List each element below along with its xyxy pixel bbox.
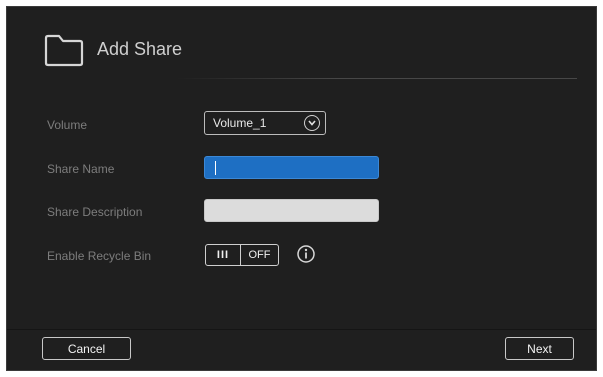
share-description-input[interactable] (204, 199, 379, 222)
add-share-dialog: Add Share Volume Volume_1 Share Name Sha… (6, 6, 597, 371)
footer-divider (7, 329, 596, 330)
toggle-state-label: OFF (248, 249, 271, 261)
share-description-label: Share Description (47, 205, 143, 219)
volume-label: Volume (47, 118, 88, 132)
dialog-header: Add Share (43, 31, 182, 67)
header-divider (177, 78, 577, 79)
info-icon[interactable] (296, 244, 316, 264)
cancel-button[interactable]: Cancel (42, 337, 131, 360)
recycle-bin-label: Enable Recycle Bin (47, 249, 152, 263)
toggle-handle[interactable]: III (206, 245, 241, 265)
next-button[interactable]: Next (505, 337, 574, 360)
recycle-bin-toggle[interactable]: III OFF (205, 244, 279, 266)
dialog-title: Add Share (97, 38, 183, 59)
volume-selected-value: Volume_1 (213, 116, 267, 130)
folder-icon (44, 34, 84, 67)
volume-select[interactable]: Volume_1 (204, 111, 326, 135)
text-caret (215, 161, 216, 175)
chevron-down-icon[interactable] (304, 115, 320, 131)
share-name-input[interactable] (204, 156, 379, 179)
share-name-label: Share Name (47, 162, 115, 176)
